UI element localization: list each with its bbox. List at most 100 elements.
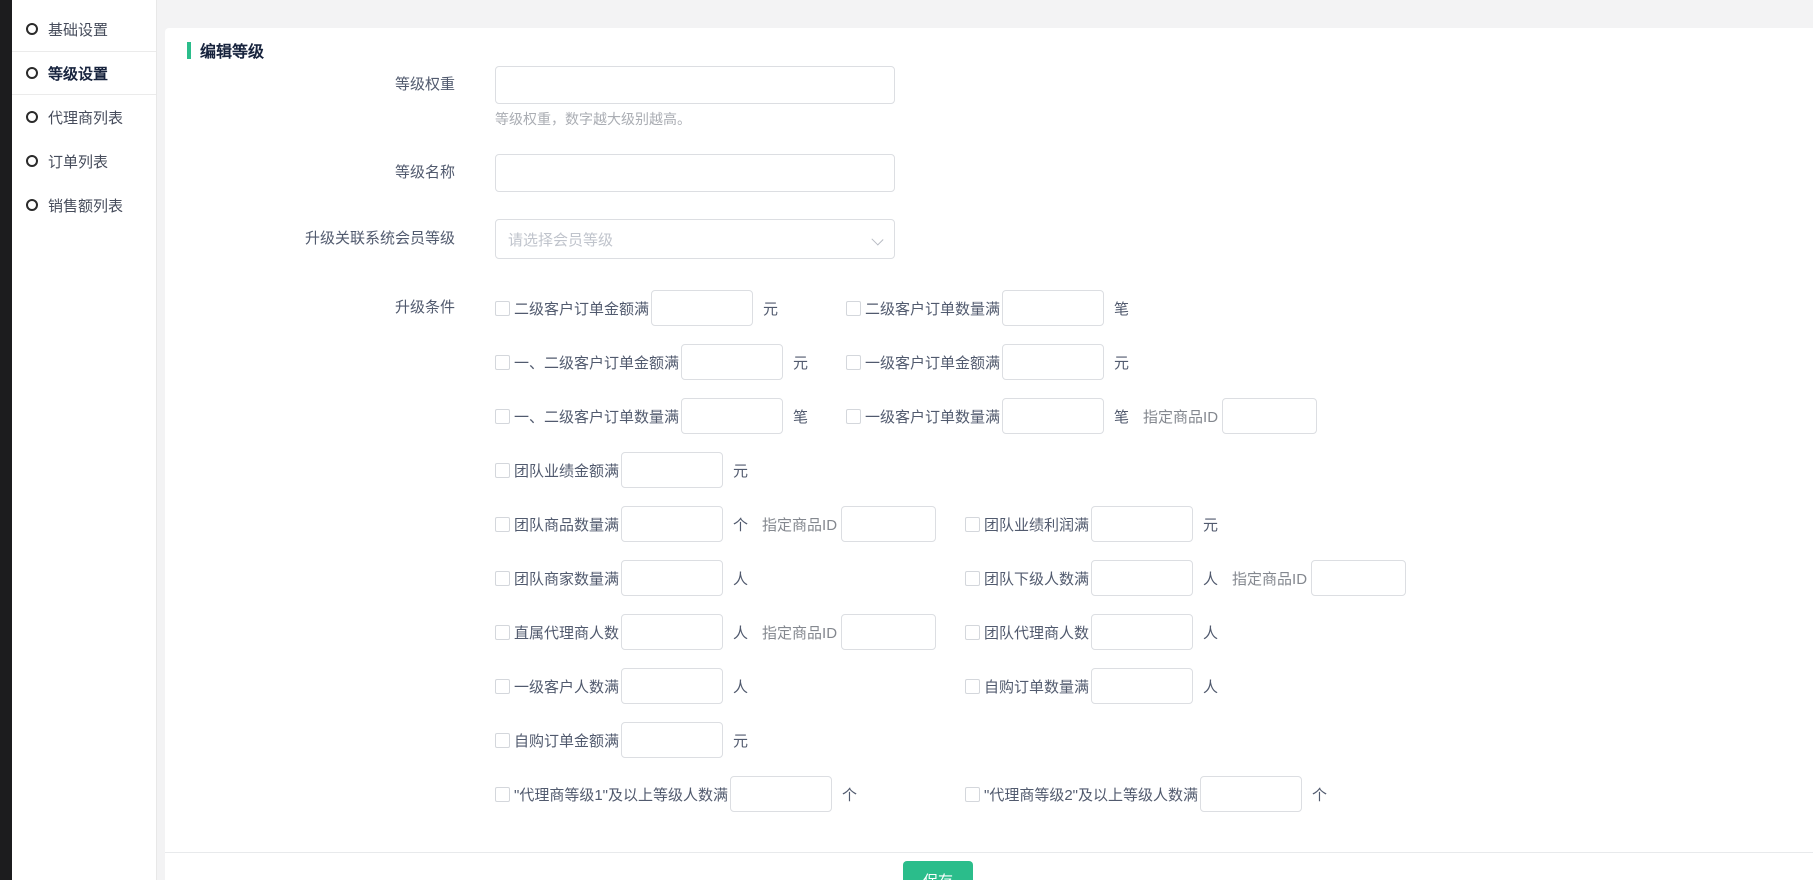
condition-checkbox[interactable] [965,679,980,694]
left-edge-panel [0,0,12,880]
circle-icon [26,23,38,35]
member-level-label: 升级关联系统会员等级 [165,219,455,259]
condition-group: 一级客户订单数量满 笔指定商品ID [846,398,1317,434]
condition-value-input[interactable] [1091,668,1193,704]
condition-checkbox[interactable] [495,733,510,748]
condition-label: 一级客户人数满 [514,676,619,697]
condition-label: "代理商等级2"及以上等级人数满 [984,784,1198,805]
condition-checkbox[interactable] [495,463,510,478]
condition-label: 团队商品数量满 [514,514,619,535]
condition-group: 一级客户订单金额满 元 [846,344,1129,380]
condition-checkbox[interactable] [965,517,980,532]
product-id-input[interactable] [1222,398,1317,434]
condition-checkbox[interactable] [495,517,510,532]
condition-value-input[interactable] [730,776,832,812]
condition-value-input[interactable] [1200,776,1302,812]
level-name-input[interactable] [495,154,895,192]
condition-checkbox[interactable] [495,625,510,640]
condition-label: 一级客户订单数量满 [865,406,1000,427]
sidebar-item[interactable]: 销售额列表 [12,183,156,227]
product-id-label: 指定商品ID [1232,568,1307,589]
sidebar-item[interactable]: 订单列表 [12,139,156,183]
weight-label: 等级权重 [165,66,455,128]
condition-group: 团队下级人数满 人指定商品ID [965,560,1406,596]
sidebar: 基础设置等级设置代理商列表订单列表销售额列表 [12,0,157,880]
condition-value-input[interactable] [1002,344,1104,380]
condition-label: 团队下级人数满 [984,568,1089,589]
product-id-input[interactable] [841,614,936,650]
chevron-down-icon [871,233,883,245]
edit-level-form: 等级权重 等级权重，数字越大级别越高。 等级名称 升级关联系统会员等级 请选择会… [165,60,1813,830]
condition-group: "代理商等级1"及以上等级人数满个 [495,776,857,812]
condition-value-input[interactable] [621,668,723,704]
save-button[interactable]: 保存 [903,861,973,880]
product-id-input[interactable] [1311,560,1406,596]
condition-label: 团队业绩利润满 [984,514,1089,535]
condition-checkbox[interactable] [965,625,980,640]
condition-checkbox[interactable] [846,355,861,370]
product-id-label: 指定商品ID [1143,406,1218,427]
condition-value-input[interactable] [621,614,723,650]
condition-group: 团队代理商人数人 [965,614,1218,650]
condition-group: 直属代理商人数人指定商品ID [495,614,936,650]
condition-checkbox[interactable] [495,301,510,316]
condition-checkbox[interactable] [495,409,510,424]
condition-value-input[interactable] [651,290,753,326]
condition-group: 团队商家数量满人 [495,560,748,596]
sidebar-item[interactable]: 代理商列表 [12,95,156,139]
condition-checkbox[interactable] [495,679,510,694]
condition-checkbox[interactable] [495,355,510,370]
condition-value-input[interactable] [621,560,723,596]
condition-unit: 元 [793,352,808,373]
condition-value-input[interactable] [681,398,783,434]
condition-checkbox[interactable] [846,301,861,316]
condition-unit: 人 [1203,622,1218,643]
sidebar-item[interactable]: 等级设置 [12,51,156,95]
condition-value-input[interactable] [1091,614,1193,650]
condition-unit: 元 [1114,352,1129,373]
condition-value-input[interactable] [1002,398,1104,434]
weight-input[interactable] [495,66,895,104]
condition-value-input[interactable] [681,344,783,380]
condition-value-input[interactable] [621,452,723,488]
circle-icon [26,155,38,167]
condition-group: 团队业绩金额满元 [495,452,748,488]
condition-unit: 元 [733,730,748,751]
condition-group: 自购订单数量满人 [965,668,1218,704]
circle-icon [26,67,38,79]
condition-unit: 个 [1312,784,1327,805]
condition-unit: 笔 [793,406,808,427]
form-item-conditions: 升级条件 二级客户订单金额满元二级客户订单数量满笔一、二级客户订单金额满元一级客… [165,290,1813,830]
condition-group: 自购订单金额满 元 [495,722,748,758]
condition-checkbox[interactable] [965,571,980,586]
member-level-placeholder: 请选择会员等级 [508,229,613,250]
product-id-input[interactable] [841,506,936,542]
sidebar-item-label: 等级设置 [48,63,108,84]
condition-unit: 人 [1203,568,1218,589]
condition-label: 一级客户订单金额满 [865,352,1000,373]
condition-label: 自购订单金额满 [514,730,619,751]
condition-label: 直属代理商人数 [514,622,619,643]
condition-unit: 笔 [1114,406,1129,427]
condition-unit: 人 [733,568,748,589]
condition-value-input[interactable] [621,722,723,758]
condition-checkbox[interactable] [495,787,510,802]
condition-group: 一、二级客户订单数量满笔 [495,398,808,434]
condition-value-input[interactable] [1002,290,1104,326]
name-label: 等级名称 [165,154,455,192]
form-footer: 保存 [165,852,1813,880]
condition-unit: 人 [733,622,748,643]
circle-icon [26,199,38,211]
condition-value-input[interactable] [1091,506,1193,542]
member-level-select[interactable]: 请选择会员等级 [495,219,895,259]
condition-label: 团队业绩金额满 [514,460,619,481]
condition-value-input[interactable] [1091,560,1193,596]
condition-checkbox[interactable] [846,409,861,424]
sidebar-item[interactable]: 基础设置 [12,7,156,51]
condition-value-input[interactable] [621,506,723,542]
condition-label: "代理商等级1"及以上等级人数满 [514,784,728,805]
sidebar-item-label: 订单列表 [48,151,108,172]
condition-checkbox[interactable] [965,787,980,802]
condition-unit: 个 [733,514,748,535]
condition-checkbox[interactable] [495,571,510,586]
